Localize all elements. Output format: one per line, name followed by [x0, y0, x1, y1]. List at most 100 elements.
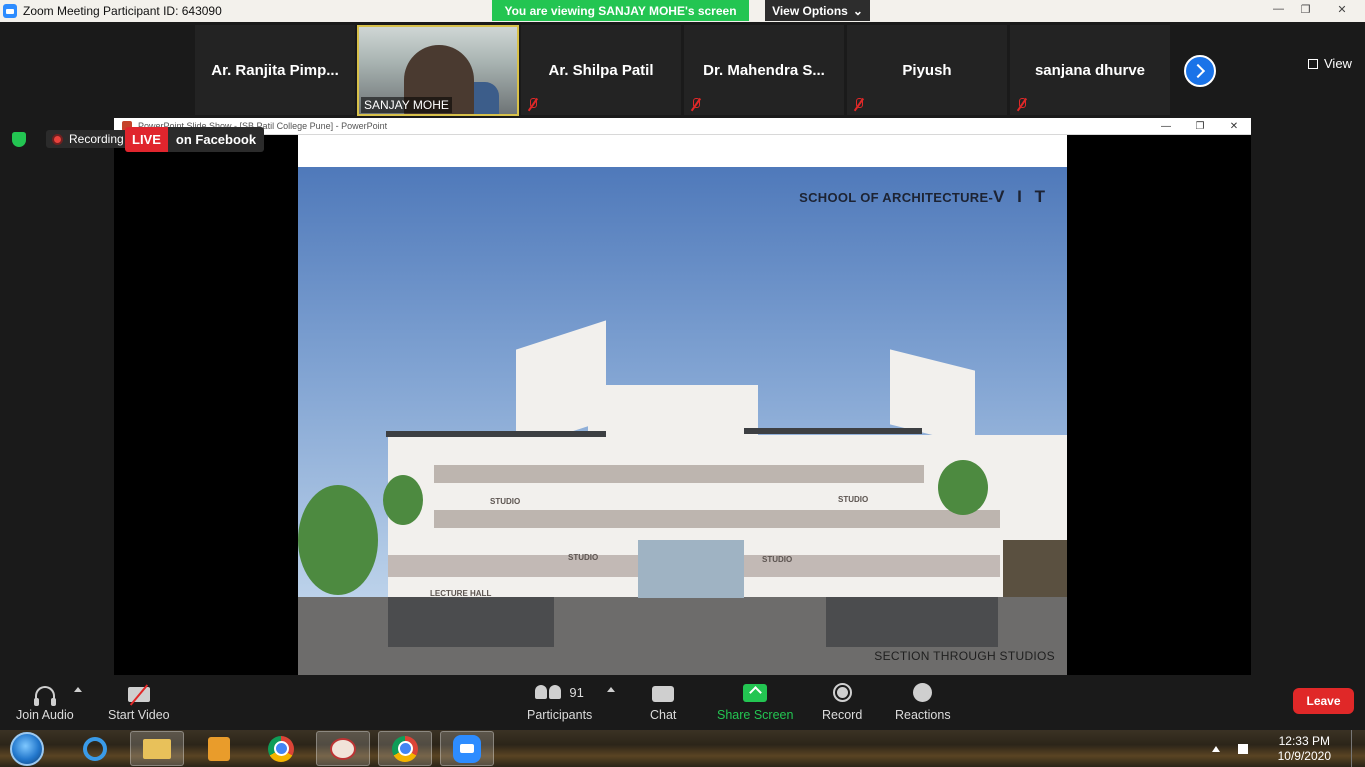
folder-icon [143, 738, 171, 759]
minimize-button[interactable]: — [1265, 0, 1292, 18]
taskbar-explorer[interactable] [130, 731, 184, 766]
participant-tile[interactable]: Dr. Mahendra S... [684, 25, 844, 115]
start-menu-icon[interactable] [10, 731, 44, 766]
system-tray: 12:33 PM 10/9/2020 [1211, 730, 1365, 767]
windows-taskbar [0, 730, 1365, 767]
participants-count: 91 [569, 684, 584, 700]
join-audio-button[interactable]: Join Audio [16, 682, 74, 722]
chrome-icon [392, 735, 418, 762]
speaker-name: SANJAY MOHE [361, 97, 452, 113]
pp-close-button[interactable]: ✕ [1217, 118, 1251, 135]
participant-name: sanjana dhurve [1034, 61, 1146, 79]
live-stream-indicator[interactable]: LIVE on Facebook [125, 127, 265, 152]
audio-options-caret-icon[interactable] [74, 687, 82, 692]
paint-icon [330, 737, 356, 760]
taskbar-paint[interactable] [316, 731, 370, 766]
smiley-icon [913, 683, 933, 702]
lecture-hall-right [826, 597, 998, 647]
show-desktop-button[interactable] [1351, 730, 1365, 767]
participant-name: Ar. Ranjita Pimp... [211, 61, 339, 79]
window-title: Zoom Meeting Participant ID: 643090 [23, 4, 222, 18]
participant-strip: Ar. Ranjita Pimp... Ar. Shilpa Patil Dr.… [0, 22, 1365, 118]
slide-caption: SECTION THROUGH STUDIOS [874, 649, 1055, 663]
floor-level [434, 510, 1000, 528]
restore-button[interactable]: ❐ [1292, 0, 1319, 18]
room-label: STUDIO [490, 497, 521, 506]
adjacent-block [1003, 540, 1067, 597]
show-hidden-icons-icon[interactable] [1211, 745, 1220, 752]
clock-date: 10/9/2020 [1277, 748, 1331, 763]
presentation-slide: SCHOOL OF ARCHITECTURE-V I T STUDIO STUD… [298, 135, 1067, 675]
share-screen-button[interactable]: Share Screen [717, 682, 793, 722]
participants-label: Participants [527, 708, 593, 722]
muted-mic-icon [527, 98, 538, 111]
next-page-arrow-icon[interactable] [1184, 55, 1216, 87]
pp-minimize-button[interactable]: — [1149, 118, 1183, 135]
record-icon [832, 683, 852, 702]
share-screen-icon [743, 684, 768, 702]
grid-view-icon [1308, 58, 1318, 69]
tree [938, 460, 988, 515]
chat-icon [652, 686, 675, 702]
view-options-label: View Options [772, 3, 848, 18]
clock-time: 12:33 PM [1278, 733, 1330, 748]
view-options-button[interactable]: View Options ⌄ [765, 0, 870, 21]
reactions-label: Reactions [895, 708, 951, 722]
start-video-label: Start Video [108, 708, 170, 722]
media-player-icon [208, 736, 230, 761]
share-screen-label: Share Screen [717, 708, 794, 722]
view-button[interactable]: View [1308, 56, 1352, 71]
taskbar-zoom[interactable] [440, 731, 494, 766]
participants-options-caret-icon[interactable] [607, 687, 615, 692]
pp-restore-button[interactable]: ❐ [1183, 118, 1217, 135]
roof-slab [744, 428, 922, 434]
record-button[interactable]: Record [822, 682, 862, 722]
view-label: View [1324, 56, 1352, 71]
internet-explorer-icon [83, 736, 107, 761]
window-controls: — ❐ ✕ [1265, 0, 1365, 20]
zoom-app-icon [453, 734, 481, 763]
participant-tile[interactable]: Ar. Shilpa Patil [521, 25, 681, 115]
taskbar-media[interactable] [192, 731, 246, 766]
zoom-window: Zoom Meeting Participant ID: 643090 You … [0, 0, 1365, 767]
record-dot-icon [52, 133, 63, 145]
meeting-toolbar: Join Audio Start Video 91 Participants C… [0, 675, 1365, 730]
live-target: on Facebook [167, 127, 265, 152]
active-speaker-tile[interactable]: SANJAY MOHE [357, 25, 519, 116]
taskbar-chrome[interactable] [254, 731, 308, 766]
start-video-button[interactable]: Start Video [108, 682, 170, 722]
muted-mic-icon [690, 98, 701, 111]
tree [298, 485, 378, 595]
participants-button[interactable]: 91 Participants [527, 682, 593, 723]
close-button[interactable]: ✕ [1319, 0, 1365, 18]
leave-button[interactable]: Leave [1293, 688, 1354, 714]
room-label: STUDIO [838, 495, 869, 504]
clock[interactable]: 12:33 PM 10/9/2020 [1278, 734, 1331, 764]
chrome-icon [268, 735, 294, 762]
floor-level [434, 465, 924, 483]
participant-name: Ar. Shilpa Patil [548, 61, 654, 79]
chevron-down-icon: ⌄ [852, 3, 863, 18]
room-label: STUDIO [762, 555, 793, 564]
powerpoint-title-bar: PowerPoint Slide Show - [SB Patil Colleg… [114, 118, 1251, 135]
shield-icon[interactable] [12, 131, 26, 147]
recording-indicator[interactable]: Recording [46, 130, 132, 148]
shared-screen: PowerPoint Slide Show - [SB Patil Colleg… [114, 118, 1251, 675]
recording-status: Recording [12, 130, 132, 148]
people-icon [535, 685, 562, 699]
participant-tile[interactable]: Ar. Ranjita Pimp... [195, 25, 355, 115]
record-label: Record [822, 708, 863, 722]
slide-header-band [298, 135, 1067, 167]
zoom-logo-icon [3, 4, 17, 18]
powerpoint-window-controls: — ❐ ✕ [1149, 118, 1251, 135]
lecture-hall-left [388, 597, 554, 647]
chat-button[interactable]: Chat [650, 682, 676, 722]
slide-title-suffix: V I T [993, 187, 1049, 206]
participant-tile[interactable]: Piyush [847, 25, 1007, 115]
reactions-button[interactable]: Reactions [895, 682, 951, 722]
participant-tile[interactable]: sanjana dhurve [1010, 25, 1170, 115]
volume-icon[interactable] [1237, 743, 1248, 754]
taskbar-chrome-window[interactable] [378, 731, 432, 766]
muted-mic-icon [1016, 98, 1027, 111]
taskbar-ie[interactable] [68, 731, 122, 766]
